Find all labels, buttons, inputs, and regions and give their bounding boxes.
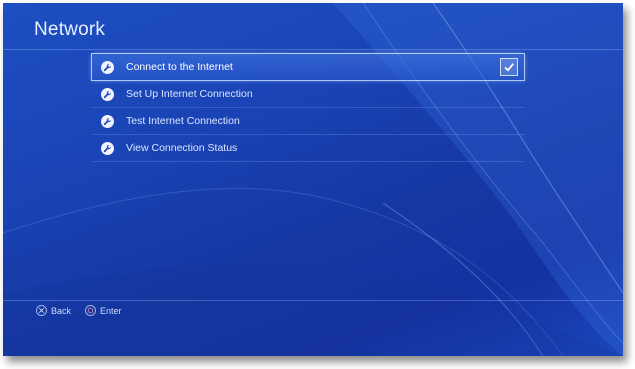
screenshot-frame: Network Connect to the Internet Set Up I… bbox=[0, 0, 635, 369]
checkmark-icon bbox=[504, 63, 514, 72]
network-screen: Network Connect to the Internet Set Up I… bbox=[3, 3, 623, 356]
menu-item-label: Set Up Internet Connection bbox=[126, 88, 253, 100]
menu-item-label: Connect to the Internet bbox=[126, 61, 233, 73]
menu-item-connect-to-internet[interactable]: Connect to the Internet bbox=[91, 53, 525, 81]
wrench-icon bbox=[101, 141, 114, 155]
page-title: Network bbox=[34, 19, 106, 40]
menu-item-view-connection-status[interactable]: View Connection Status bbox=[92, 135, 524, 162]
cross-button-icon bbox=[36, 305, 47, 316]
menu-item-label: Test Internet Connection bbox=[126, 115, 240, 127]
header-divider bbox=[3, 49, 623, 50]
menu-item-test-internet-connection[interactable]: Test Internet Connection bbox=[92, 108, 524, 135]
network-menu: Connect to the Internet Set Up Internet … bbox=[91, 53, 525, 162]
checkbox-checked[interactable] bbox=[500, 58, 518, 76]
wrench-icon bbox=[101, 60, 114, 74]
menu-item-label: View Connection Status bbox=[126, 142, 238, 154]
circle-button-icon bbox=[85, 305, 97, 316]
enter-label: Enter bbox=[100, 305, 122, 316]
button-guide: Back Enter bbox=[36, 305, 136, 316]
item-divider bbox=[92, 161, 524, 162]
menu-item-set-up-internet-connection[interactable]: Set Up Internet Connection bbox=[92, 81, 524, 108]
back-label: Back bbox=[51, 305, 72, 316]
footer-divider bbox=[3, 300, 623, 301]
enter-hint[interactable]: Enter bbox=[85, 305, 122, 316]
wrench-icon bbox=[101, 114, 114, 128]
back-hint[interactable]: Back bbox=[36, 305, 71, 316]
wrench-icon bbox=[101, 87, 114, 101]
